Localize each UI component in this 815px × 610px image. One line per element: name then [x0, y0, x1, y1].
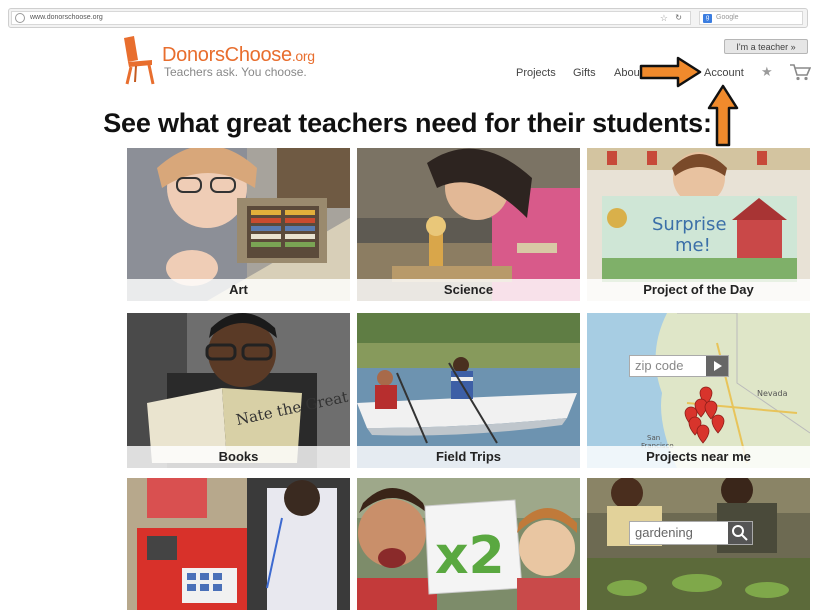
tile-caption-art: Art	[127, 279, 350, 301]
double-donation-photo: x2	[357, 478, 580, 610]
google-icon: g	[703, 14, 712, 23]
nav-gifts[interactable]: Gifts	[573, 67, 596, 79]
zip-code-placeholder: zip code	[635, 358, 684, 373]
category-tile-row3-right[interactable]: gardening	[587, 478, 810, 610]
project-search-value: gardening	[635, 525, 693, 540]
browser-toolbar: www.donorschoose.org ☆ ↻ g Google	[8, 8, 808, 28]
category-tile-field-trips[interactable]: Field Trips	[357, 313, 580, 468]
category-tile-science[interactable]: Science	[357, 148, 580, 301]
page-headline: See what great teachers need for their s…	[103, 108, 712, 138]
category-tile-art[interactable]: Art	[127, 148, 350, 301]
cash-register-photo	[127, 478, 350, 610]
tile-caption-books: Books	[127, 446, 350, 468]
map-label-san-francisco: San	[647, 434, 660, 442]
category-tile-projects-near-me[interactable]: Nevada San Francisco zip code Projects n…	[587, 313, 810, 468]
logo-wordmark[interactable]: DonorsChoose.org	[162, 44, 315, 67]
cart-icon[interactable]	[789, 63, 811, 81]
im-a-teacher-button[interactable]: I'm a teacher »	[724, 39, 808, 54]
bookmark-star-icon[interactable]: ☆	[660, 12, 668, 24]
category-tile-row3-center[interactable]: x2	[357, 478, 580, 610]
search-icon[interactable]	[728, 522, 752, 544]
globe-icon	[15, 13, 25, 23]
browser-search-field[interactable]: g Google	[699, 11, 803, 25]
project-search-input[interactable]: gardening	[629, 521, 753, 545]
map-image: Nevada San Francisco	[587, 313, 810, 468]
logo-tld: .org	[291, 48, 315, 64]
logo-tagline: Teachers ask. You choose.	[164, 65, 307, 79]
address-text: www.donorschoose.org	[30, 14, 103, 21]
refresh-icon[interactable]: ↻	[675, 12, 682, 24]
map-label-nevada: Nevada	[757, 389, 788, 398]
field-trips-photo	[357, 313, 580, 468]
category-tile-row3-left[interactable]	[127, 478, 350, 610]
sign-text-line1: Surprise	[652, 214, 727, 235]
logo-name-text: DonorsChoose	[162, 44, 292, 66]
tile-caption-project-of-the-day: Project of the Day	[587, 279, 810, 301]
favorites-star-icon[interactable]: ★	[761, 64, 773, 80]
nav-projects[interactable]: Projects	[516, 67, 556, 79]
tile-caption-field-trips: Field Trips	[357, 446, 580, 468]
books-photo: Nate the Great	[127, 313, 350, 468]
browser-search-placeholder: Google	[716, 14, 739, 21]
sign-text-line2: me!	[675, 235, 711, 256]
zip-submit-arrow-icon[interactable]	[706, 356, 728, 376]
arrow-right-annotation-icon	[639, 56, 702, 88]
x2-card-text: x2	[435, 526, 505, 586]
category-tile-books[interactable]: Nate the Great Books	[127, 313, 350, 468]
address-bar[interactable]: www.donorschoose.org ☆ ↻	[11, 11, 691, 25]
chair-logo-icon[interactable]	[118, 34, 158, 86]
tile-caption-projects-near-me: Projects near me	[587, 446, 810, 468]
tile-caption-science: Science	[357, 279, 580, 301]
zip-code-input[interactable]: zip code	[629, 355, 729, 377]
nav-account[interactable]: Account	[704, 67, 744, 79]
category-tile-project-of-the-day[interactable]: Surprise me! Project of the Day	[587, 148, 810, 301]
